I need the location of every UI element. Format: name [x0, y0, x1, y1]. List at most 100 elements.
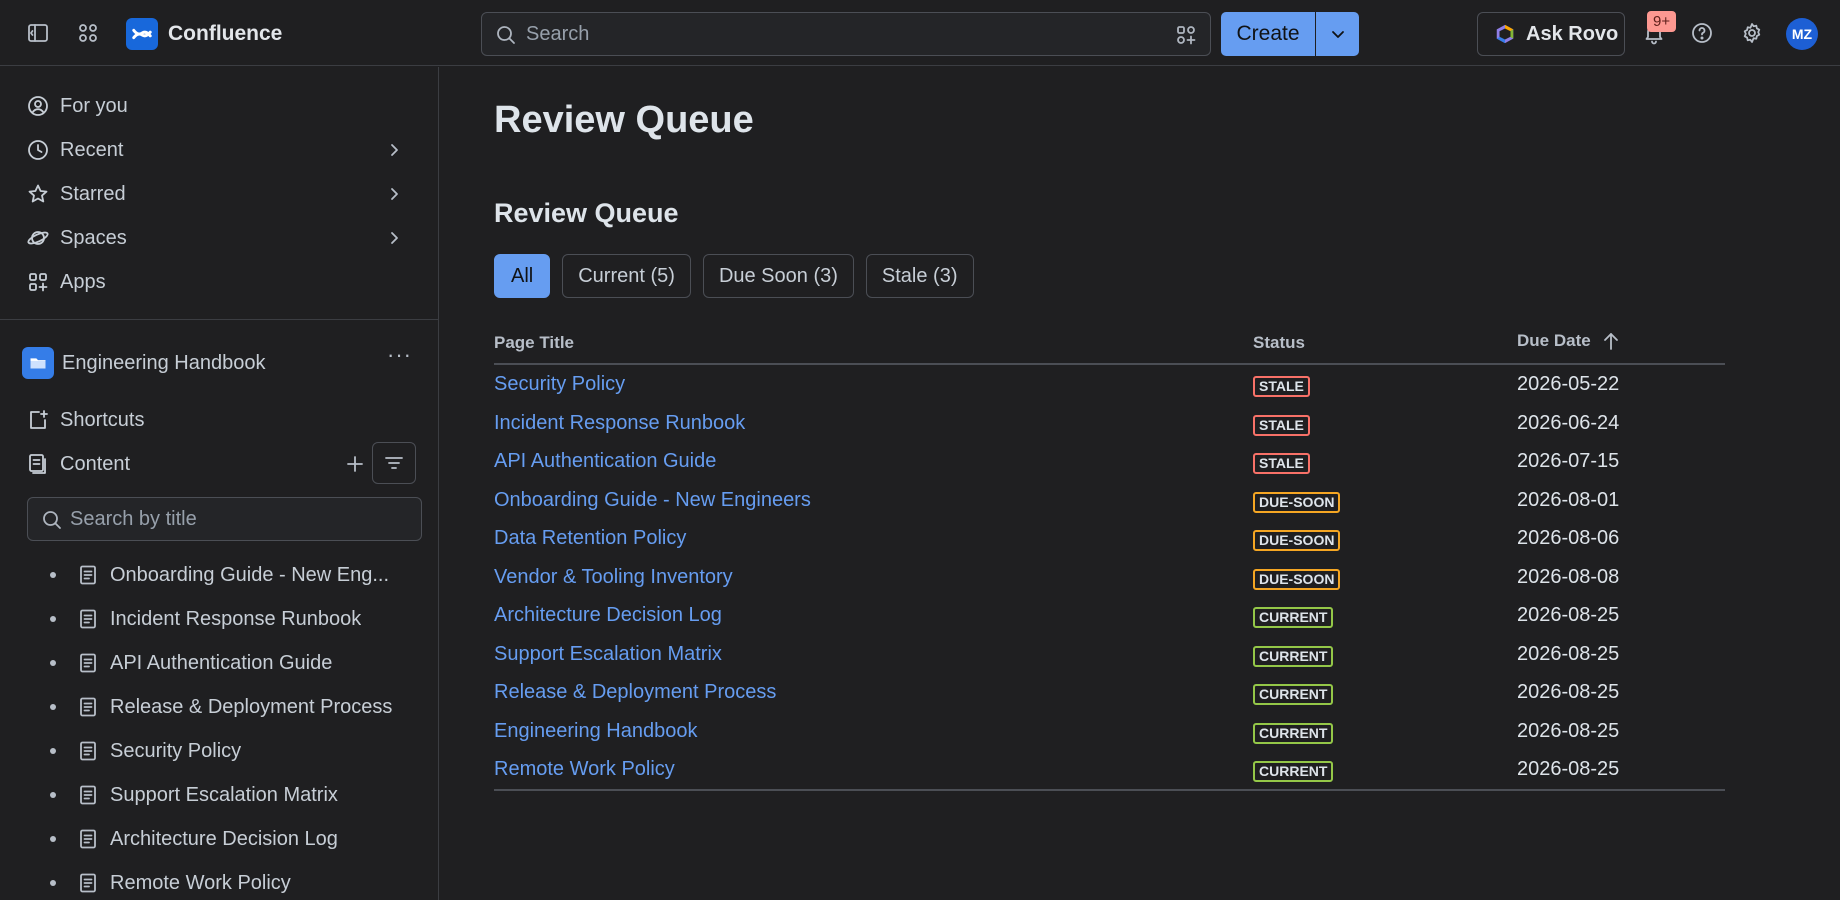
avatar[interactable]: MZ [1786, 18, 1818, 50]
page-title-link[interactable]: Engineering Handbook [494, 720, 698, 743]
page-title-link[interactable]: Security Policy [494, 373, 625, 396]
tree-item[interactable]: Onboarding Guide - New Eng... [50, 557, 420, 593]
table-row: Remote Work Policy CURRENT 2026-08-25 [494, 750, 1725, 789]
due-date-cell: 2026-05-22 [1517, 373, 1620, 395]
tree-item[interactable]: Security Policy [50, 733, 420, 769]
sidebar-item-apps[interactable]: Apps [26, 263, 416, 301]
sidebar: For you Recent Starred Spaces Apps Engin… [0, 67, 439, 900]
tab-all[interactable]: All [494, 254, 551, 298]
status-cell: DUE-SOON [1253, 567, 1341, 590]
status-badge: CURRENT [1253, 645, 1334, 667]
column-header-page-title[interactable]: Page Title [494, 333, 574, 353]
create-dropdown-button[interactable] [1315, 12, 1359, 56]
table-row: Vendor & Tooling Inventory DUE-SOON 2026-0… [494, 558, 1725, 597]
ask-rovo-button[interactable]: Ask Rovo [1477, 12, 1625, 56]
column-header-due-date-label: Due Date [1517, 331, 1591, 350]
column-header-due-date[interactable]: Due Date [1517, 329, 1623, 353]
star-icon [28, 184, 48, 203]
sidebar-item-content[interactable]: Content [26, 445, 326, 483]
confluence-logo-link[interactable]: Confluence [126, 18, 282, 50]
table-row: Release & Deployment Process CURRENT 2026-… [494, 673, 1725, 712]
section-title: Review Queue [494, 198, 679, 228]
page-title-link[interactable]: Vendor & Tooling Inventory [494, 566, 733, 589]
tab-due-soon[interactable]: Due Soon (3) [702, 254, 854, 298]
status-badge: CURRENT [1253, 607, 1334, 628]
search-filters-icon[interactable] [1174, 23, 1198, 47]
sidebar-item-spaces[interactable]: Spaces [26, 219, 416, 257]
status-cell: CURRENT [1253, 682, 1334, 705]
page-title-link[interactable]: Architecture Decision Log [494, 604, 722, 627]
page-icon [80, 829, 96, 849]
tree-item-label: Release & Deployment Process [110, 695, 393, 718]
page-title-link[interactable]: Onboarding Guide - New Engineers [494, 489, 811, 512]
sidebar-item-for-you[interactable]: For you [26, 87, 416, 125]
sidebar-item-label: For you [60, 94, 128, 117]
page-title-link[interactable]: Incident Response Runbook [494, 412, 745, 435]
page-icon [80, 785, 96, 805]
tree-item-label: Architecture Decision Log [110, 827, 338, 850]
status-badge: CURRENT [1253, 684, 1334, 705]
top-navigation-bar: Confluence Search Create Ask Rovo 9+ MZ [0, 0, 1840, 66]
bullet-icon [50, 660, 56, 666]
create-button[interactable]: Create [1221, 12, 1315, 56]
due-date-cell: 2026-08-25 [1517, 758, 1620, 780]
search-placeholder: Search [526, 22, 590, 45]
tree-item[interactable]: Support Escalation Matrix [50, 777, 420, 813]
status-cell: STALE [1253, 413, 1310, 436]
status-cell: DUE-SOON [1253, 528, 1341, 551]
due-date-cell: 2026-08-25 [1517, 604, 1620, 626]
main-content: Review Queue Review Queue All Current (5… [440, 67, 1840, 900]
search-icon [494, 23, 518, 47]
sidebar-item-shortcuts[interactable]: Shortcuts [26, 401, 416, 439]
search-icon [40, 508, 64, 532]
tree-item[interactable]: Architecture Decision Log [50, 821, 420, 857]
space-name: Engineering Handbook [62, 351, 266, 374]
sidebar-toggle-icon[interactable] [20, 15, 56, 51]
bullet-icon [50, 616, 56, 622]
help-icon[interactable] [1684, 15, 1720, 51]
sidebar-divider [0, 319, 438, 320]
app-name: Confluence [168, 22, 283, 45]
tab-stale[interactable]: Stale (3) [865, 254, 974, 298]
chevron-right-icon[interactable] [382, 138, 406, 162]
table-bottom-border [494, 788, 1725, 791]
space-header[interactable]: Engineering Handbook [22, 345, 422, 381]
chevron-right-icon[interactable] [382, 226, 406, 250]
due-date-cell: 2026-08-25 [1517, 681, 1620, 703]
page-title-link[interactable]: Remote Work Policy [494, 758, 675, 781]
tab-current[interactable]: Current (5) [562, 254, 691, 298]
space-more-actions-icon[interactable]: ··· [387, 342, 412, 368]
tree-item[interactable]: Release & Deployment Process [50, 689, 420, 725]
filter-content-button[interactable] [372, 442, 416, 484]
table-row: Engineering Handbook CURRENT 2026-08-25 [494, 712, 1725, 751]
add-content-icon[interactable] [343, 452, 367, 476]
chevron-right-icon[interactable] [382, 182, 406, 206]
sidebar-item-label: Content [60, 452, 131, 475]
gear-icon[interactable] [1734, 15, 1770, 51]
tree-item[interactable]: API Authentication Guide [50, 645, 420, 681]
due-date-cell: 2026-08-01 [1517, 488, 1620, 511]
page-title-link[interactable]: Release & Deployment Process [494, 681, 776, 704]
tree-item[interactable]: Remote Work Policy [50, 865, 420, 900]
content-icon [29, 454, 46, 474]
page-title-link[interactable]: Data Retention Policy [494, 527, 686, 550]
search-by-title-input[interactable]: Search by title [27, 497, 422, 541]
tree-item-label: API Authentication Guide [110, 651, 333, 674]
page-icon [80, 697, 96, 717]
filter-icon [385, 457, 403, 469]
global-search-input[interactable]: Search [481, 12, 1211, 56]
page-icon [80, 653, 96, 673]
bullet-icon [50, 748, 56, 754]
app-switcher-icon[interactable] [70, 15, 106, 51]
chevron-down-icon [1331, 31, 1344, 38]
sidebar-item-starred[interactable]: Starred [26, 175, 416, 213]
tree-item-label: Incident Response Runbook [110, 607, 362, 630]
page-title-link[interactable]: Support Escalation Matrix [494, 643, 722, 666]
page-title-link[interactable]: API Authentication Guide [494, 450, 716, 473]
bullet-icon [50, 704, 56, 710]
ask-rovo-label: Ask Rovo [1526, 22, 1619, 45]
tree-item[interactable]: Incident Response Runbook [50, 601, 420, 637]
column-header-status[interactable]: Status [1253, 333, 1305, 353]
sidebar-item-recent[interactable]: Recent [26, 131, 416, 169]
sidebar-item-label: Starred [60, 182, 126, 205]
